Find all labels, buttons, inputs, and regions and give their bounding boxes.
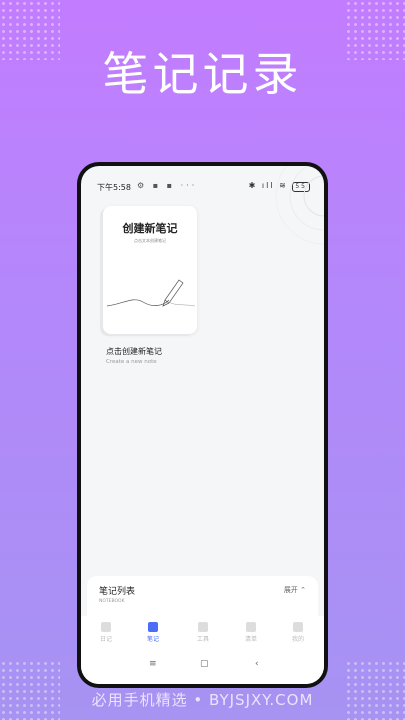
system-nav-bar: ≡ ▢ ‹ <box>81 650 324 684</box>
home-nav-button[interactable]: ▢ <box>200 659 209 669</box>
promo-headline: 笔记记录 <box>102 47 303 101</box>
menu-nav-button[interactable]: ≡ <box>149 659 157 669</box>
profile-icon <box>293 622 303 632</box>
notes-list-sheet: 笔记列表 NOTEBOOK 展开 ⌃ <box>87 576 318 620</box>
phone-screen: 下午5:58 ⚙ ▪ ▪ ··· ✱ ıll ≋ 55 创建新笔记 点击文本创建… <box>81 166 324 684</box>
card-subtitle: 点击文本创建笔记 <box>134 238 166 243</box>
tab-label: 笔记 <box>146 636 159 643</box>
create-note-sublabel: Create a new note <box>106 359 157 365</box>
toolbox-icon <box>198 622 208 632</box>
tab-label: 清单 <box>244 636 257 643</box>
back-nav-button[interactable]: ‹ <box>255 659 259 669</box>
tab-checklist[interactable]: 清单 <box>231 622 271 643</box>
tab-label: 我的 <box>291 636 304 643</box>
notes-list-title: 笔记列表 <box>99 587 136 597</box>
diary-icon <box>101 622 111 632</box>
expand-button[interactable]: 展开 ⌃ <box>284 585 306 595</box>
bottom-tab-bar: 日记 笔记 工具 清单 我的 <box>81 616 324 650</box>
status-time: 下午5:58 <box>97 183 131 192</box>
tab-profile[interactable]: 我的 <box>278 622 318 643</box>
notes-list-subtitle: NOTEBOOK <box>99 599 125 604</box>
phone-frame: 下午5:58 ⚙ ▪ ▪ ··· ✱ ıll ≋ 55 创建新笔记 点击文本创建… <box>77 162 328 688</box>
tab-label: 日记 <box>99 636 112 643</box>
card-title: 创建新笔记 <box>122 222 178 235</box>
create-note-label[interactable]: 点击创建新笔记 <box>106 346 162 357</box>
decor-rings <box>275 166 324 245</box>
tab-label: 工具 <box>196 636 209 643</box>
tab-tools[interactable]: 工具 <box>183 622 223 643</box>
watermark-footer: 必用手机精选 • BYJSJXY.COM <box>91 691 314 709</box>
status-notification-icons: ⚙ ▪ ▪ ··· <box>137 181 198 190</box>
checklist-icon <box>246 622 256 632</box>
tab-diary[interactable]: 日记 <box>86 622 126 643</box>
tab-notes[interactable]: 笔记 <box>133 622 173 643</box>
create-note-card[interactable]: 创建新笔记 点击文本创建笔记 <box>103 206 197 334</box>
note-icon <box>148 622 158 632</box>
pen-sketch-icon <box>106 279 196 307</box>
